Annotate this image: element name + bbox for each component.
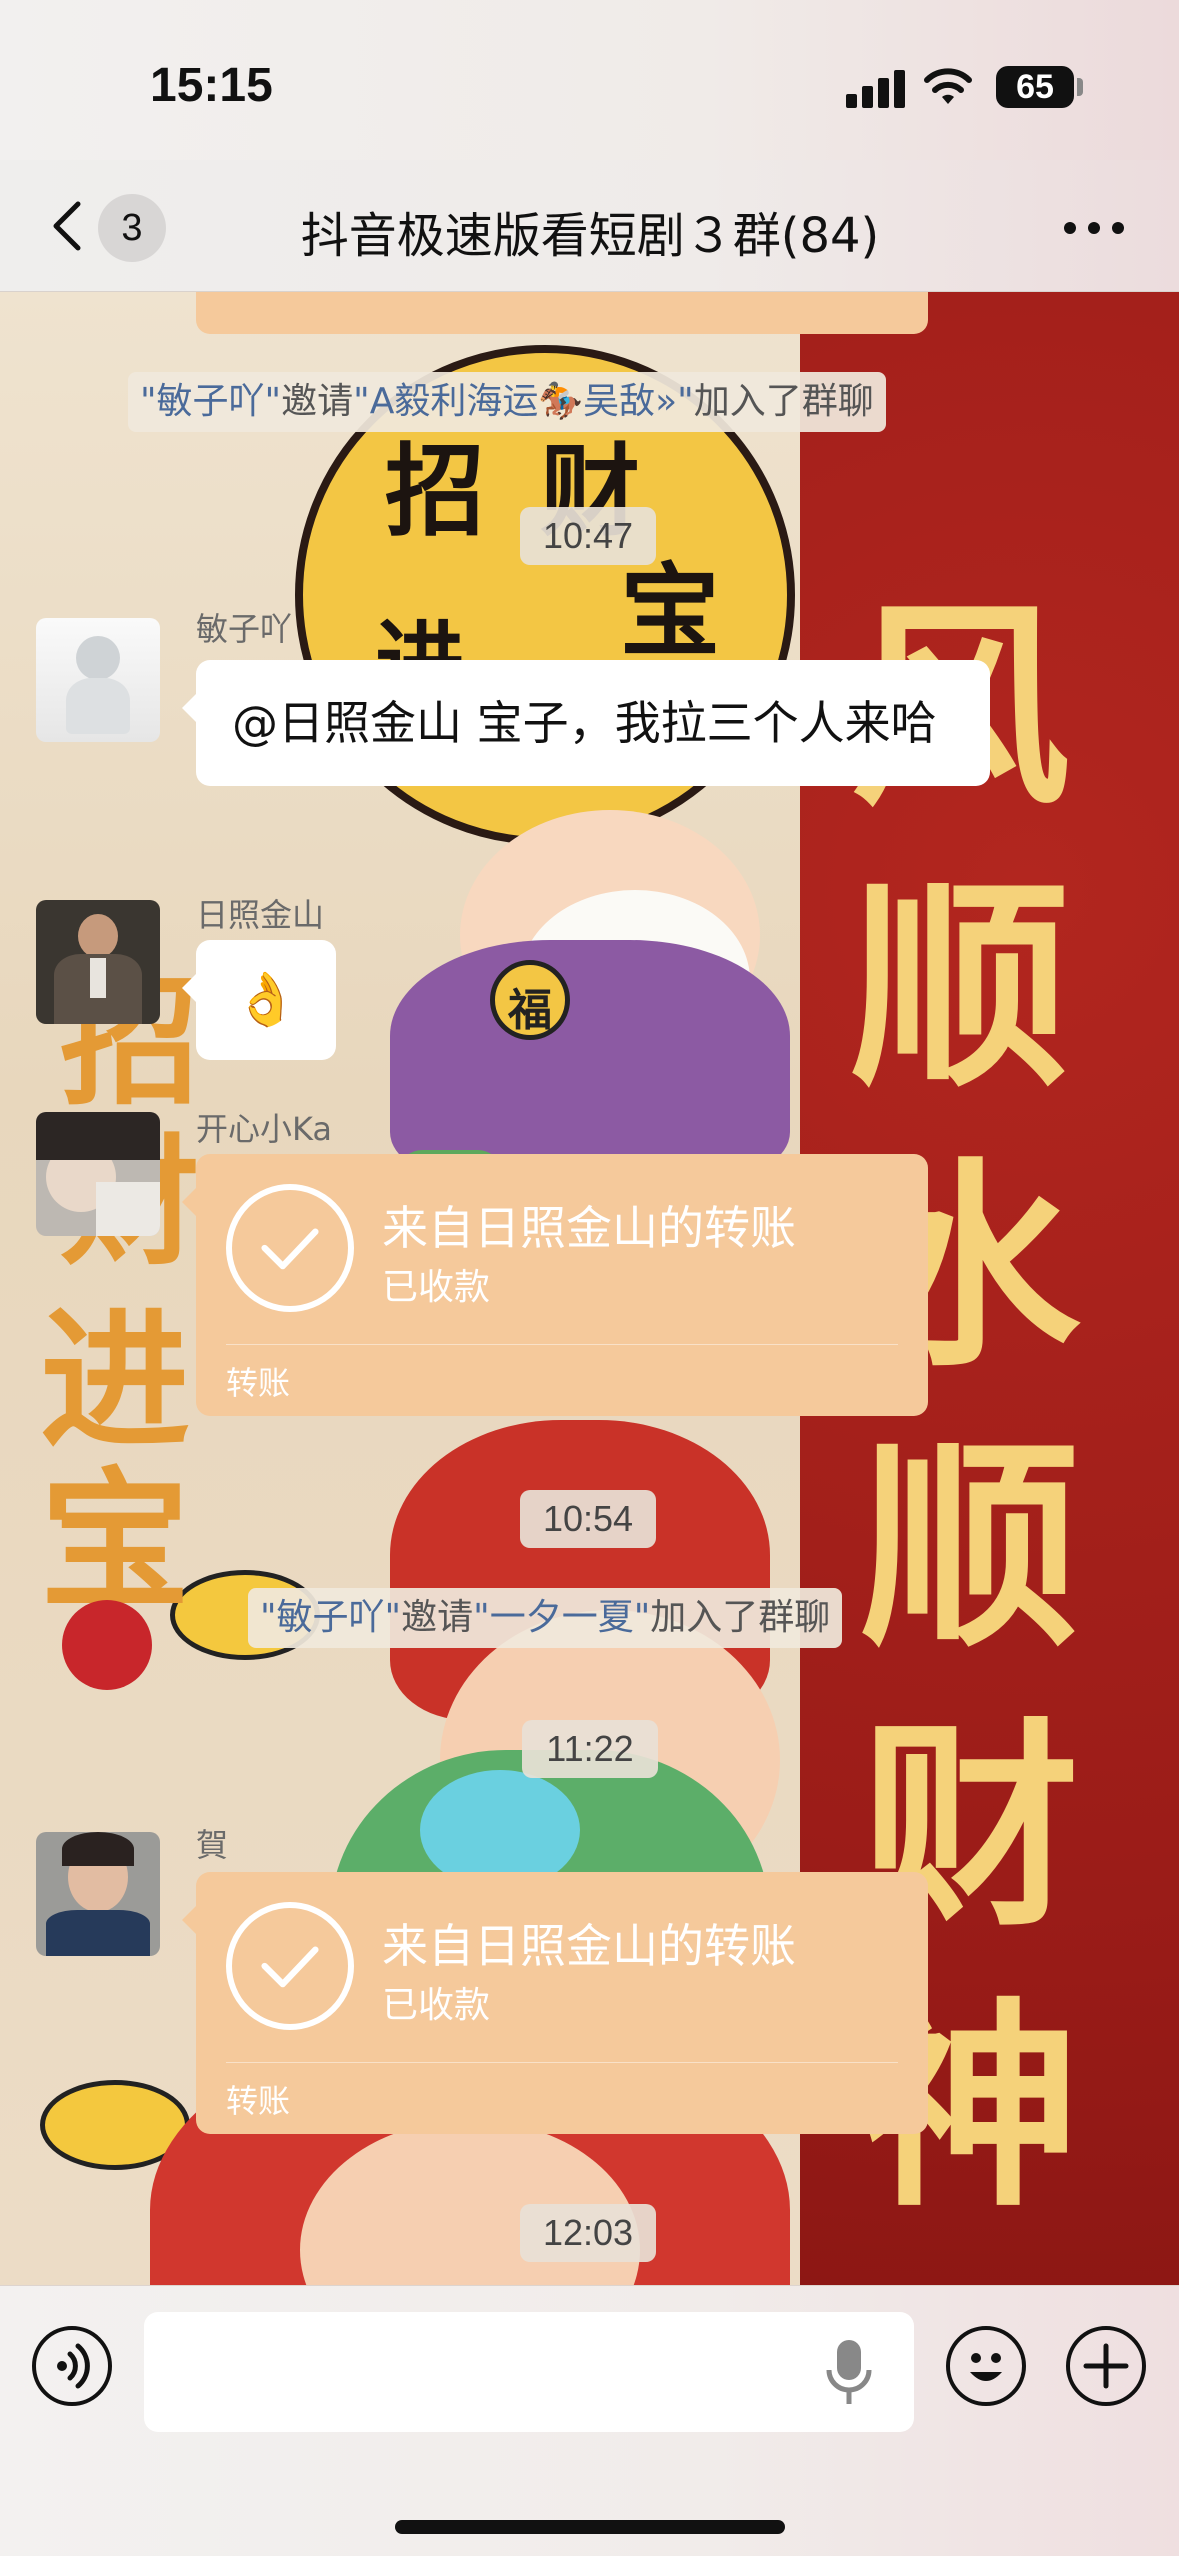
ok-hand-emoji: 👌 bbox=[233, 970, 299, 1030]
input-bar bbox=[0, 2285, 1179, 2556]
avatar[interactable] bbox=[36, 618, 160, 742]
right-char-4: 顺 bbox=[860, 1417, 1081, 1676]
right-char-2: 顺 bbox=[850, 857, 1071, 1116]
transfer-card[interactable]: 来自日照金山的转账 已收款 转账 bbox=[182, 1872, 928, 2134]
system-message-invite: "敏子吖"邀请"一夕一夏"加入了群聊 bbox=[248, 1588, 843, 1648]
avatar[interactable] bbox=[36, 1832, 160, 1956]
transfer-divider bbox=[226, 1344, 898, 1345]
timestamp: 11:22 bbox=[522, 1720, 658, 1778]
transfer-title: 来自日照金山的转账 bbox=[382, 1919, 796, 1973]
emoji-message-bubble[interactable]: 👌 bbox=[182, 940, 336, 1060]
wifi-icon bbox=[924, 68, 972, 104]
sender-name: 賀 bbox=[196, 1826, 229, 1864]
timestamp: 10:54 bbox=[520, 1490, 656, 1548]
home-indicator bbox=[395, 2520, 785, 2534]
inviter-name[interactable]: "敏子吖" bbox=[140, 381, 281, 422]
sender-name: 开心小Ka bbox=[196, 1110, 333, 1148]
transfer-divider bbox=[226, 2062, 898, 2063]
text-message-bubble[interactable]: @日照金山 宝子，我拉三个人来哈 bbox=[182, 660, 990, 786]
sender-name: 日照金山 bbox=[196, 896, 325, 934]
message-input[interactable] bbox=[144, 2312, 914, 2432]
chat-header: 3 抖音极速版看短剧３群(84) bbox=[0, 160, 1179, 292]
sender-name: 敏子吖 bbox=[196, 610, 293, 648]
partial-transfer-bubble[interactable] bbox=[196, 292, 928, 334]
invite-verb: 邀请 bbox=[401, 1597, 474, 1638]
plus-icon[interactable] bbox=[1066, 2326, 1146, 2406]
voice-toggle-icon[interactable] bbox=[32, 2326, 112, 2406]
cellular-signal-icon bbox=[846, 68, 906, 108]
background-lucky-knot bbox=[62, 1600, 152, 1690]
microphone-icon[interactable] bbox=[822, 2336, 876, 2408]
timestamp: 10:47 bbox=[520, 507, 656, 565]
status-time: 15:15 bbox=[150, 59, 273, 112]
transfer-label: 转账 bbox=[226, 2082, 291, 2120]
invite-suffix: 加入了群聊 bbox=[650, 1597, 831, 1638]
inviter-name[interactable]: "敏子吖" bbox=[260, 1597, 401, 1638]
transfer-title: 来自日照金山的转账 bbox=[382, 1201, 796, 1255]
more-dots-icon[interactable] bbox=[1062, 208, 1126, 244]
transfer-status: 已收款 bbox=[382, 1985, 491, 2026]
transfer-label: 转账 bbox=[226, 1364, 291, 1402]
invitee-name[interactable]: "A毅利海运🏇吴敌»" bbox=[353, 381, 694, 422]
status-bar: 15:15 65 bbox=[0, 0, 1179, 160]
transfer-status: 已收款 bbox=[382, 1267, 491, 1308]
battery-indicator: 65 bbox=[996, 66, 1074, 108]
system-message-invite: "敏子吖"邀请"A毅利海运🏇吴敌»"加入了群聊 bbox=[128, 372, 886, 432]
timestamp: 12:03 bbox=[520, 2204, 656, 2262]
background-figure-hat bbox=[390, 940, 790, 1180]
unread-count-badge[interactable]: 3 bbox=[98, 194, 166, 262]
transfer-card[interactable]: 来自日照金山的转账 已收款 转账 bbox=[182, 1154, 928, 1416]
chat-title: 抖音极速版看短剧３群(84) bbox=[300, 208, 880, 264]
chevron-left-icon[interactable] bbox=[40, 194, 100, 258]
invite-suffix: 加入了群聊 bbox=[693, 381, 874, 422]
check-icon bbox=[226, 1184, 354, 1312]
avatar[interactable] bbox=[36, 1112, 160, 1236]
hat-char: 福 bbox=[508, 985, 552, 1036]
invite-verb: 邀请 bbox=[281, 381, 354, 422]
message-text: @日照金山 宝子，我拉三个人来哈 bbox=[232, 696, 937, 750]
emoji-icon[interactable] bbox=[946, 2326, 1026, 2406]
invitee-name[interactable]: "一夕一夏" bbox=[473, 1597, 650, 1638]
battery-tip bbox=[1077, 78, 1083, 96]
avatar[interactable] bbox=[36, 900, 160, 1024]
check-icon bbox=[226, 1902, 354, 2030]
